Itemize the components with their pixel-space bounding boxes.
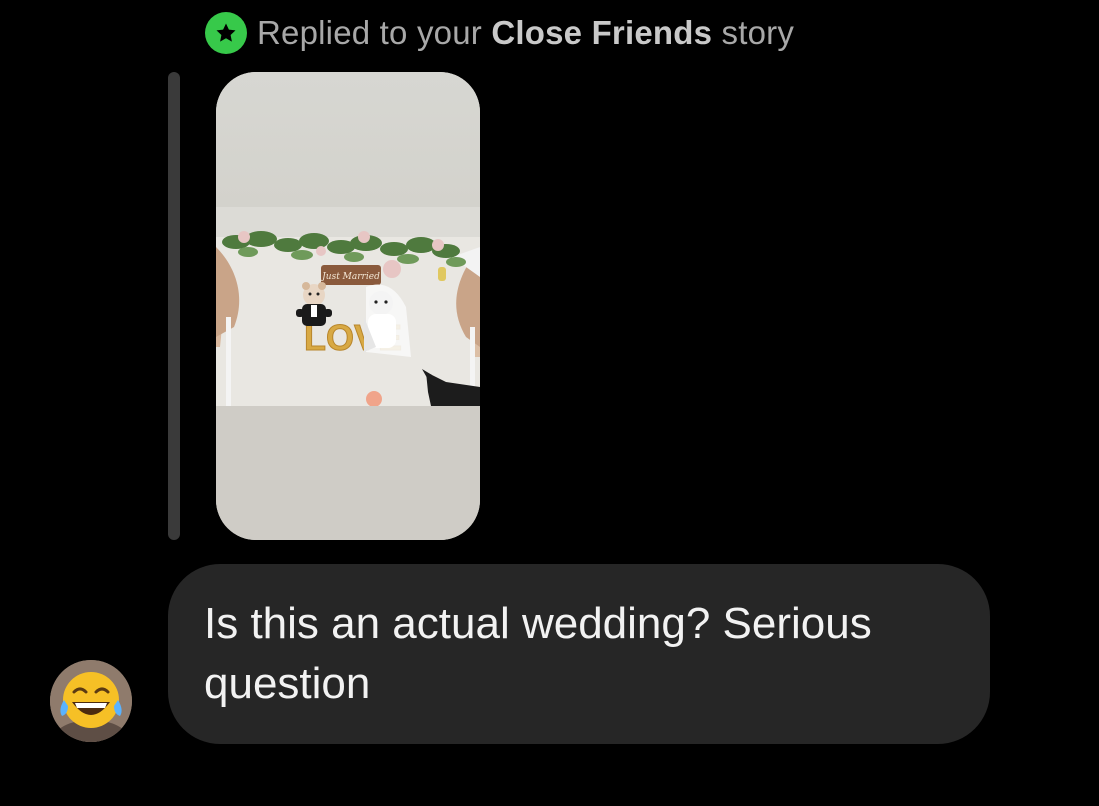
dm-thread: Replied to your Close Friends story Just… — [0, 0, 1099, 806]
close-friends-label: Close Friends — [491, 14, 713, 51]
sender-avatar[interactable] — [50, 660, 132, 742]
reply-context-header: Replied to your Close Friends story — [205, 12, 794, 54]
reply-suffix: story — [721, 14, 795, 51]
reply-prefix: Replied to your — [257, 14, 482, 51]
reply-quote-bar — [168, 72, 180, 540]
message-text: Is this an actual wedding? Serious quest… — [204, 599, 872, 708]
laughing-emoji-icon — [50, 660, 132, 742]
close-friends-star-icon — [205, 12, 247, 54]
reply-context-text: Replied to your Close Friends story — [257, 14, 794, 52]
story-background-top — [216, 72, 480, 207]
message-bubble[interactable]: Is this an actual wedding? Serious quest… — [168, 564, 990, 744]
story-photo: Just Married LOVE — [216, 207, 480, 406]
story-preview-thumbnail[interactable]: Just Married LOVE — [216, 72, 480, 540]
story-background-bottom — [216, 406, 480, 540]
story-sign-text: Just Married — [320, 272, 380, 282]
